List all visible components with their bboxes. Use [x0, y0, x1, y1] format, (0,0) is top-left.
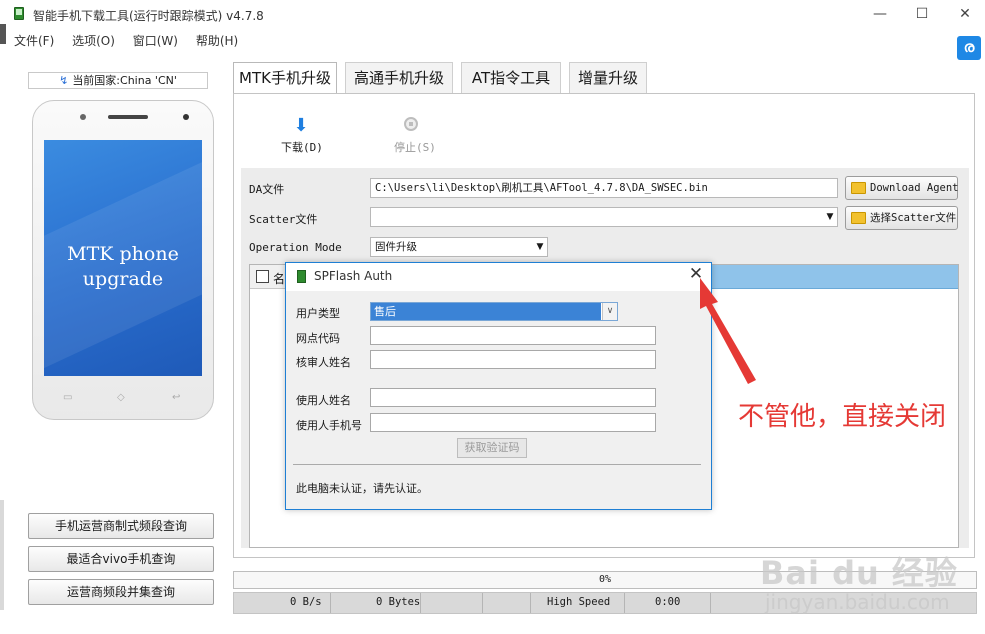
- status-separator: [624, 593, 625, 613]
- user-type-label: 用户类型: [296, 307, 340, 320]
- carrier-band-query-button[interactable]: 手机运营商制式频段查询: [28, 513, 214, 539]
- tab-mtk-upgrade[interactable]: MTK手机升级: [233, 62, 337, 94]
- menu-file[interactable]: 文件(F): [14, 32, 54, 49]
- auth-dialog: [285, 262, 712, 510]
- maximize-button[interactable]: ☐: [902, 4, 942, 24]
- folder-icon: [851, 212, 866, 224]
- baidu-side-logo-icon[interactable]: ര: [957, 36, 981, 60]
- user-phone-label: 使用人手机号: [296, 419, 362, 432]
- annotation-text: 不管他，直接关闭: [738, 402, 947, 432]
- menu-bar: 文件(F) 选项(O) 窗口(W) 帮助(H): [14, 32, 252, 50]
- country-indicator: ↯ 当前国家:China 'CN': [28, 72, 208, 89]
- status-time: 0:00: [655, 596, 681, 608]
- app-icon: [14, 7, 24, 20]
- menu-help[interactable]: 帮助(H): [196, 32, 238, 49]
- close-button[interactable]: ✕: [945, 4, 985, 24]
- phone-back-icon: ▭: [63, 392, 73, 403]
- country-icon: ↯: [59, 74, 69, 87]
- phone-home-icon: ◇: [117, 392, 125, 403]
- auth-dialog-title: SPFlash Auth: [314, 269, 393, 283]
- status-mode: High Speed: [547, 596, 611, 608]
- phone-speaker-icon: [108, 115, 148, 119]
- mode-dropdown-arrow-icon[interactable]: ▼: [534, 240, 546, 254]
- minimize-button[interactable]: —: [860, 4, 900, 24]
- stop-button: 停止(S): [394, 141, 436, 154]
- user-name-input[interactable]: [370, 388, 656, 407]
- reviewer-name-input[interactable]: [370, 350, 656, 369]
- dialog-divider: [293, 464, 701, 465]
- phone-camera-icon: [80, 114, 86, 120]
- download-button[interactable]: 下载(D): [281, 139, 323, 155]
- reviewer-name-label: 核审人姓名: [296, 356, 351, 369]
- operation-mode-label: Operation Mode: [249, 241, 342, 254]
- background-window-edge: [0, 24, 6, 44]
- baidu-watermark-logo: Bai du 经验: [760, 554, 958, 592]
- da-file-input[interactable]: C:\Users\li\Desktop\刷机工具\AFTool_4.7.8\DA…: [370, 178, 838, 198]
- get-verification-code-button: 获取验证码: [457, 438, 527, 458]
- dialog-app-icon: [297, 270, 306, 283]
- user-type-selected-value[interactable]: 售后: [371, 303, 601, 320]
- baidu-watermark-url: jingyan.baidu.com: [765, 590, 950, 614]
- background-window-edge: [0, 500, 4, 610]
- annotation-arrow-icon: [700, 278, 756, 384]
- phone-recent-icon: ↩: [172, 392, 181, 403]
- user-phone-input[interactable]: [370, 413, 656, 432]
- chevron-down-icon[interactable]: ∨: [602, 303, 617, 320]
- user-name-label: 使用人姓名: [296, 394, 351, 407]
- tab-qualcomm-upgrade[interactable]: 高通手机升级: [345, 62, 453, 94]
- window-title: 智能手机下载工具(运行时跟踪模式) v4.7.8: [33, 9, 264, 23]
- select-scatter-button[interactable]: 选择Scatter文件: [845, 206, 958, 230]
- scatter-file-label: Scatter文件: [249, 213, 318, 226]
- da-file-label: DA文件: [249, 183, 285, 196]
- select-all-checkbox[interactable]: [256, 270, 269, 283]
- operation-mode-select[interactable]: 固件升级: [370, 237, 548, 257]
- carrier-band-union-button[interactable]: 运营商频段并集查询: [28, 579, 214, 605]
- menu-window[interactable]: 窗口(W): [133, 32, 178, 49]
- download-agent-button[interactable]: Download Agent: [845, 176, 959, 200]
- site-code-label: 网点代码: [296, 332, 340, 345]
- scatter-dropdown-arrow-icon[interactable]: ▼: [824, 210, 836, 224]
- vivo-phone-query-button[interactable]: 最适合vivo手机查询: [28, 546, 214, 572]
- status-separator: [530, 593, 531, 613]
- tab-at-command[interactable]: AT指令工具: [461, 62, 561, 94]
- scatter-file-input[interactable]: [370, 207, 838, 227]
- menu-options[interactable]: 选项(O): [72, 32, 115, 49]
- status-separator: [710, 593, 711, 613]
- auth-status-text: 此电脑未认证，请先认证。: [296, 482, 428, 495]
- status-bytes: 0 Bytes: [376, 596, 421, 608]
- phone-sensor-icon: [183, 114, 189, 120]
- status-separator: [482, 593, 483, 613]
- tab-incremental-upgrade[interactable]: 增量升级: [569, 62, 647, 94]
- status-speed: 0 B/s: [290, 596, 322, 608]
- status-separator: [330, 593, 331, 613]
- phone-screen-text: MTK phone upgrade: [67, 243, 179, 290]
- download-arrow-icon[interactable]: ⬇: [292, 116, 310, 136]
- country-label: 当前国家:China 'CN': [72, 74, 177, 87]
- stop-icon: [404, 117, 418, 131]
- site-code-input[interactable]: [370, 326, 656, 345]
- folder-icon: [851, 182, 866, 194]
- column-name-header: 名: [273, 272, 286, 286]
